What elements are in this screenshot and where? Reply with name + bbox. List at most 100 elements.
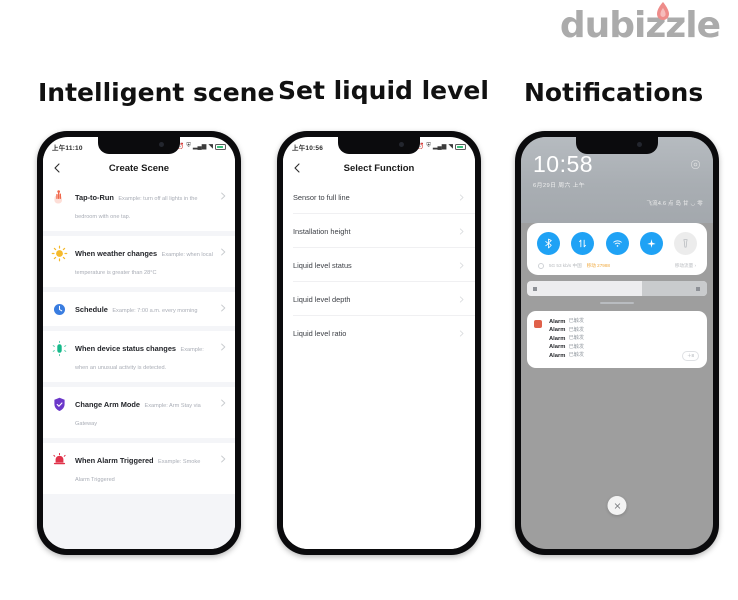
watermark-text: dubizzle [559, 5, 721, 46]
list-item[interactable]: Liquid level depth [283, 282, 475, 316]
notification-app: Alarm [549, 335, 566, 342]
heading-notifications: Notifications [524, 78, 704, 107]
notification-row[interactable]: Alarm 已触发 [549, 326, 699, 334]
notification-row[interactable]: Alarm 已触发 [549, 352, 699, 360]
chevron-right-icon [221, 304, 226, 312]
notification-more-badge[interactable]: ＋8 [682, 350, 699, 361]
notification-row[interactable]: Alarm 已触发 [549, 343, 699, 351]
status-time: 上午10:56 [292, 144, 324, 152]
status-icons: ⏰ ⛨ ▂▄▆ ◥ [417, 143, 466, 150]
chevron-right-icon [221, 399, 226, 407]
flashlight-toggle[interactable] [674, 232, 697, 255]
vpn-icon: ⛨ [186, 143, 191, 149]
phone2-screen: 上午10:56 ⏰ ⛨ ▂▄▆ ◥ Select Function Sensor… [283, 137, 475, 549]
list-item[interactable]: Sensor to full line [283, 180, 475, 214]
list-item[interactable]: Schedule Example: 7:00 a.m. every mornin… [43, 292, 235, 326]
chevron-right-icon [221, 248, 226, 256]
search-icon [533, 286, 537, 291]
list-item-label: Installation height [293, 226, 351, 236]
chevron-left-icon[interactable] [52, 163, 62, 173]
list-item-text: Tap-to-Run Example: turn off all lights … [75, 187, 215, 223]
mobile-data-toggle[interactable] [571, 232, 595, 255]
chevron-right-icon [459, 227, 464, 235]
status-icons: ⏰ ⛨ ▂▄▆ ◥ [177, 143, 226, 150]
list-item[interactable]: When weather changes Example: when local… [43, 236, 235, 287]
list-item[interactable]: Change Arm Mode Example: Arm Stay via Ga… [43, 387, 235, 438]
drag-handle[interactable] [600, 302, 634, 304]
search-slider-bar[interactable] [527, 281, 707, 296]
phone1-notch [98, 137, 180, 154]
close-icon [614, 502, 620, 509]
list-item-title: Tap-to-Run [75, 193, 114, 202]
chevron-right-icon [459, 261, 464, 269]
list-item-label: Liquid level status [293, 260, 352, 270]
status-indicators: 飞流4.6 点 岛 甘 ◡ 零 [646, 201, 703, 207]
phone-mockup-2: 上午10:56 ⏰ ⛨ ▂▄▆ ◥ Select Function Sensor… [277, 131, 481, 555]
phone3-notch [576, 137, 658, 154]
phone1-screen: 上午11:10 ⏰ ⛨ ▂▄▆ ◥ Create Scene Tap-to-Ru… [43, 137, 235, 549]
chevron-left-icon[interactable] [292, 163, 302, 173]
network-info-row: 5G 53 kb/s 中国 移动 27988 移动流量 › [535, 263, 699, 269]
notification-list: Alarm 已触发 Alarm 已触发 Alarm 已触发 Alarm 已触发 [549, 318, 699, 360]
list-item-text: When Alarm Triggered Example: Smoke Alar… [75, 450, 215, 486]
settings-gear-icon[interactable] [690, 159, 701, 170]
airplane-mode-toggle[interactable] [639, 232, 663, 255]
chevron-right-icon [221, 192, 226, 200]
notification-row[interactable]: Alarm 已触发 [549, 318, 699, 326]
tap-hand-icon [51, 189, 68, 206]
list-item[interactable]: Tap-to-Run Example: turn off all lights … [43, 180, 235, 231]
list-item-text: When device status changes Example: when… [75, 338, 215, 374]
flashlight-icon [683, 239, 688, 248]
list-item-label: Sensor to full line [293, 192, 350, 202]
vpn-icon: ⛨ [426, 143, 431, 149]
notification-text: 已触发 [568, 318, 585, 325]
list-item-title: When weather changes [75, 249, 158, 258]
notification-card[interactable]: Alarm 已触发 Alarm 已触发 Alarm 已触发 Alarm 已触发 [527, 311, 707, 368]
notification-text: 已触发 [568, 351, 585, 358]
phone2-notch [338, 137, 420, 154]
sun-weather-icon [51, 245, 68, 262]
scan-icon [696, 286, 700, 291]
bluetooth-toggle[interactable] [537, 232, 560, 255]
notification-text: 已触发 [568, 335, 585, 342]
list-item-title: When Alarm Triggered [75, 456, 154, 465]
status-time: 上午11:10 [52, 144, 83, 152]
clock-schedule-icon [51, 301, 68, 318]
list-item[interactable]: Liquid level ratio [283, 316, 475, 350]
poster-canvas: dubizzle Intelligent scene Set liquid le… [0, 0, 738, 600]
list-item-text: Schedule Example: 7:00 a.m. every mornin… [75, 299, 215, 317]
notification-row[interactable]: Alarm 已触发 [549, 335, 699, 343]
notification-text: 已触发 [568, 326, 585, 333]
refresh-icon [538, 263, 544, 269]
battery-icon [455, 143, 466, 150]
list-item[interactable]: Liquid level status [283, 248, 475, 282]
signal-icon: ▂▄▆ [432, 144, 447, 150]
chevron-right-icon [459, 329, 464, 337]
chevron-right-icon [221, 455, 226, 463]
list-item-text: When weather changes Example: when local… [75, 243, 215, 279]
notification-app: Alarm [549, 344, 566, 351]
list-item[interactable]: Installation height [283, 214, 475, 248]
chevron-right-icon [221, 343, 226, 351]
battery-icon [215, 143, 226, 150]
lockscreen-clock: 10:58 [533, 151, 594, 177]
data-usage-link[interactable]: 移动流量 › [675, 263, 696, 269]
notification-app: Alarm [549, 319, 566, 325]
list-item[interactable]: When device status changes Example: when… [43, 331, 235, 382]
page-title: Create Scene [108, 162, 170, 174]
list-item-title: When device status changes [75, 344, 177, 353]
list-item-subtitle: Example: 7:00 a.m. every morning [112, 308, 198, 314]
quick-settings-panel: 5G 53 kb/s 中国 移动 27988 移动流量 › [527, 223, 707, 275]
carrier-info: 移动 27988 [586, 263, 610, 268]
function-list: Sensor to full line Installation height … [283, 180, 475, 549]
notification-app: Alarm [549, 327, 566, 334]
list-item[interactable]: When Alarm Triggered Example: Smoke Alar… [43, 443, 235, 494]
phone-mockup-1: 上午11:10 ⏰ ⛨ ▂▄▆ ◥ Create Scene Tap-to-Ru… [37, 131, 241, 555]
airplane-icon [647, 239, 656, 248]
heading-intelligent-scene: Intelligent scene [38, 78, 275, 107]
phone1-nav-bar: Create Scene [43, 156, 235, 180]
list-item-label: Liquid level depth [293, 294, 351, 304]
clear-notifications-button[interactable] [607, 496, 627, 515]
wifi-toggle[interactable] [605, 232, 629, 255]
list-item-title: Schedule [75, 305, 108, 314]
